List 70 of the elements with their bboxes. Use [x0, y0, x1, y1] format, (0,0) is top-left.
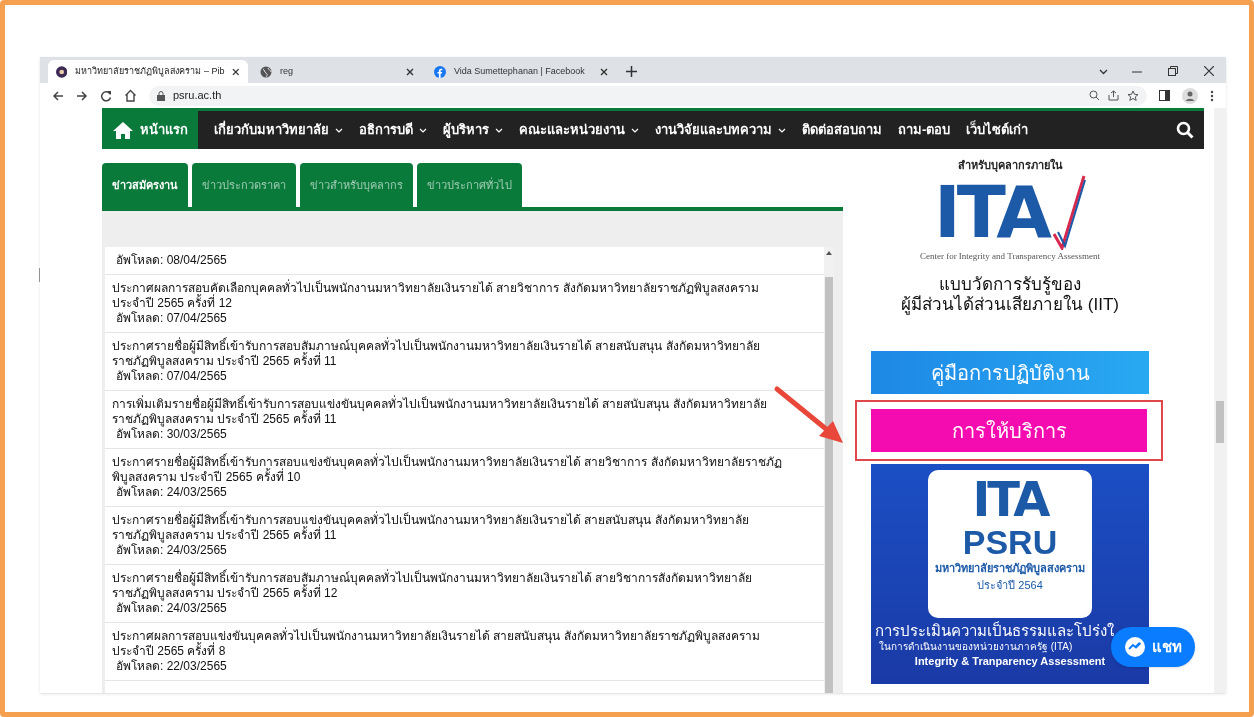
nav-item[interactable]: ผู้บริหาร — [443, 111, 503, 149]
close-icon[interactable] — [232, 67, 240, 76]
nav-item[interactable]: งานวิจัยและบทความ — [655, 111, 786, 149]
upload-date: อัพโหลด: 24/03/2565 — [116, 543, 228, 558]
lock-icon — [157, 90, 165, 101]
star-icon[interactable] — [1127, 89, 1139, 102]
restore-icon[interactable] — [1168, 66, 1178, 76]
banner-subtitle: สำหรับบุคลากรภายใน — [957, 157, 1063, 174]
nav-item[interactable]: ติดต่อสอบถาม — [802, 111, 882, 149]
ita-logo-text: ITA — [972, 474, 1048, 524]
new-tab-icon[interactable] — [626, 66, 637, 77]
nav-item[interactable]: ถาม-ตอบ — [898, 111, 951, 149]
ita-logo-text: ITA — [933, 173, 1048, 250]
news-title-link[interactable]: ประกาศรายชื่อผู้มีสิทธิ์เข้ารับการสอบแข่งขันบุคคลทั่วไปเป็นพนักงานมหาวิทยาลัยเงินรายได้ สายวิชาการ สังกัดมหาวิทยาลัยราชภัฏพิบูลสงคราม ประจำปี 2565 ครั้งที่ 10 — [112, 455, 784, 485]
search-icon[interactable] — [1176, 121, 1194, 139]
menu-icon[interactable] — [1210, 89, 1214, 102]
share-icon[interactable] — [1108, 90, 1119, 101]
facebook-logo-icon — [434, 65, 446, 78]
globe-icon — [260, 65, 272, 78]
university-name: มหาวิทยาลัยราชภัฏพิบูลสงคราม — [935, 561, 1085, 577]
reload-icon[interactable] — [100, 89, 112, 102]
nav-item[interactable]: เว็บไซต์เก่า — [966, 111, 1029, 149]
home-icon[interactable] — [124, 89, 137, 102]
news-title-link[interactable]: ประกาศรายชื่อผู้มีสิทธิ์เข้ารับการสอบสัมภาษณ์บุคคลทั่วไปเป็นพนักงานมหาวิทยาลัยเงินรายได้ สายสนับสนุน สังกัดมหาวิทยาลัยราชภัฏพิบูลสงคราม ประจำปี 2565 ครั้งที่ 11 — [112, 339, 784, 369]
address-bar[interactable]: psru.ac.th — [149, 85, 1147, 106]
nav-item[interactable]: คณะและหน่วยงาน — [519, 111, 639, 149]
scroll-up-icon[interactable] — [826, 251, 832, 255]
page-scrollbar[interactable] — [1214, 108, 1226, 693]
news-title-link[interactable]: ประกาศผลการสอบคัดเลือกบุคคลทั่วไปเป็นพนักงานมหาวิทยาลัยเงินรายได้ สายวิชาการ สังกัดมหาวิทยาลัยราชภัฏพิบูลสงคราม ประจำปี 2565 ครั้งที่ 12 — [112, 281, 784, 311]
back-icon[interactable] — [52, 89, 64, 102]
upload-date: อัพโหลด: 24/03/2565 — [116, 485, 228, 500]
url-text: psru.ac.th — [173, 88, 222, 104]
news-title-link[interactable]: ประกาศผลการสอบแข่งขันบุคคลทั่วไปเป็นพนักงานมหาวิทยาลัยเงินรายได้ สายสนับสนุน สังกัดมหาวิทยาลัยราชภัฏพิบูลสงคราม ประจำปี 2565 ครั้งที่ 8 — [112, 629, 784, 659]
banner-subtitle: ในการดำเนินงานของหน่วยงานภาครัฐ (ITA) — [878, 640, 1073, 654]
service-button[interactable]: การให้บริการ — [871, 409, 1147, 452]
banner-title: การประเมินความเป็นธรรมและโปร่งใ — [874, 622, 1114, 640]
browser-tab[interactable]: Vida Sumettephanan | Facebook — [426, 60, 616, 83]
tab-search-icon[interactable] — [1099, 69, 1108, 75]
upload-date: อัพโหลด: 07/04/2565 — [116, 369, 228, 384]
nav-item[interactable]: เกี่ยวกับมหาวิทยาลัย — [214, 111, 343, 149]
upload-date: อัพโหลด: 07/04/2565 — [115, 311, 228, 326]
banner-caption: Center for Integrity and Transparency Assessment — [919, 249, 1101, 263]
close-window-icon[interactable] — [1204, 66, 1214, 76]
zoom-icon[interactable] — [1089, 90, 1100, 101]
side-panel-icon[interactable] — [1159, 90, 1170, 101]
news-title-link[interactable]: การเพิ่มเติมรายชื่อผู้มีสิทธิ์เข้ารับการสอบแข่งขันบุคคลทั่วไปเป็นพนักงานมหาวิทยาลัยเงินรายได้ สายสนับสนุน สังกัดมหาวิทยาลัยราชภัฏพิบูลสงคราม ประจำปี 2565 ครั้งที่ 11 — [112, 397, 784, 427]
banner-title: แบบวัดการรับรู้ของ — [939, 275, 1081, 295]
messenger-icon — [1124, 636, 1146, 658]
close-icon[interactable] — [600, 67, 608, 76]
banner-title: ผู้มีส่วนได้ส่วนเสียภายใน (IIT) — [901, 295, 1119, 315]
close-icon[interactable] — [406, 67, 414, 76]
upload-date: อัพโหลด: 24/03/2565 — [116, 601, 228, 616]
forward-icon[interactable] — [76, 89, 88, 102]
profile-icon[interactable] — [1182, 87, 1198, 104]
upload-date: อัพโหลด: 22/03/2565 — [115, 659, 228, 674]
banner-caption: Integrity & Tranparency Assessment — [914, 654, 1106, 668]
browser-tab[interactable]: reg — [252, 60, 422, 83]
upload-date: อัพโหลด: 08/04/2565 — [115, 253, 228, 268]
upload-date: อัพโหลด: 30/03/2565 — [116, 427, 228, 442]
year-label: ประจำปี 2564 — [977, 577, 1043, 593]
checkmark-stripes-icon — [1052, 173, 1086, 250]
news-title-link[interactable]: ประกาศรายชื่อผู้มีสิทธิ์เข้ารับการสอบสัมภาษณ์บุคคลทั่วไปเป็นพนักงานมหาวิทยาลัยเงินรายได้ สายวิชาการสังกัดมหาวิทยาลัยราชภัฏพิบูลสงคราม ประจำปี 2565 ครั้งที่ 12 — [112, 571, 784, 601]
news-title-link[interactable]: ประกาศรายชื่อผู้มีสิทธิ์เข้ารับการสอบแข่งขันบุคคลทั่วไปเป็นพนักงานมหาวิทยาลัยเงินรายได้ สายสนับสนุน สังกัดมหาวิทยาลัยราชภัฏพิบูลสงคราม ประจำปี 2565 ครั้งที่ 11 — [112, 513, 784, 543]
nav-item[interactable]: หน้าแรก — [102, 111, 198, 149]
news-tab[interactable]: ข่าวสมัครงาน — [102, 163, 188, 207]
browser-tab[interactable]: มหาวิทยาลัยราชภัฏพิบูลสงคราม – Pib — [48, 60, 248, 83]
site-logo-icon — [56, 65, 68, 78]
nav-item[interactable]: อธิการบดี — [359, 111, 427, 149]
psru-logo-text: PSRU — [962, 524, 1058, 560]
home-icon — [112, 121, 134, 139]
